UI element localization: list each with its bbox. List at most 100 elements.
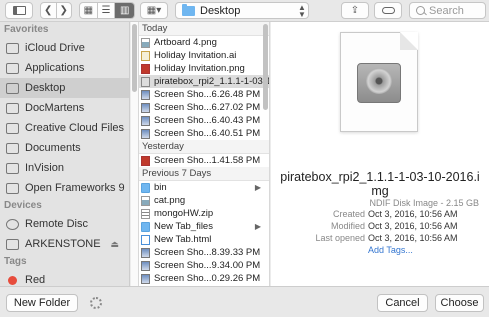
sidebar-item-open-frameworks-9[interactable]: Open Frameworks 9: [0, 178, 129, 198]
sidebar-item-icloud-drive[interactable]: iCloud Drive: [0, 38, 129, 58]
hard-drive-icon: [357, 63, 401, 103]
file-row[interactable]: Screen Sho...6.27.02 PM: [139, 101, 269, 114]
sidebar-item-invision[interactable]: InVision: [0, 158, 129, 178]
file-icon: [141, 50, 150, 61]
file-icon: [141, 128, 150, 139]
folder-icon: [6, 122, 19, 134]
file-row[interactable]: Holiday Invitation.png: [139, 62, 269, 75]
arrange-button[interactable]: ▦▾: [140, 2, 168, 19]
folder-icon: [141, 221, 150, 232]
sidebar: Favorites iCloud Drive Applications Desktop…: [0, 22, 130, 286]
sidebar-item-label: Creative Cloud Files: [25, 122, 125, 134]
sidebar-item-label: Red: [25, 274, 46, 286]
preview-modified-value: Oct 3, 2016, 10:56 AM: [368, 221, 458, 231]
disk-image-icon: [340, 32, 418, 132]
file-row[interactable]: Screen Sho...6.26.48 PM: [139, 88, 269, 101]
folder-icon: [6, 182, 19, 194]
sidebar-item-label: InVision: [25, 162, 64, 174]
file-row[interactable]: Screen Sho...6.40.43 PM: [139, 114, 269, 127]
tag-icon: [381, 7, 395, 14]
sidebar-item-applications[interactable]: Applications: [0, 58, 129, 78]
sidebar-item-arkenstone[interactable]: ARKENSTONE ⏏: [0, 234, 129, 254]
group-header-previous-7-days: Previous 7 Days: [139, 167, 269, 181]
sidebar-item-label: ARKENSTONE: [25, 238, 101, 250]
home-icon: [6, 102, 19, 114]
file-row[interactable]: cat.png: [139, 194, 269, 207]
location-popup[interactable]: Desktop ▲ ▼: [175, 2, 309, 19]
tags-button[interactable]: [374, 2, 402, 19]
file-name: piratebox_rpi2_1.1.1-1-03-10-2016.img: [154, 76, 270, 87]
file-icon: [141, 89, 150, 100]
file-list-scrollbar[interactable]: [263, 24, 268, 110]
file-icon: [141, 195, 150, 206]
share-button[interactable]: ⇪: [341, 2, 369, 19]
file-row[interactable]: Screen Sho...6.40.51 PM: [139, 127, 269, 140]
file-row[interactable]: Holiday Invitation.ai: [139, 49, 269, 62]
sidebar-item-desktop[interactable]: Desktop: [0, 78, 129, 98]
file-row[interactable]: New Tab.html: [139, 233, 269, 246]
file-row[interactable]: New Tab_files ▶: [139, 220, 269, 233]
sidebar-item-label: Applications: [25, 62, 85, 74]
sidebar-item-creative-cloud-files[interactable]: Creative Cloud Files: [0, 118, 129, 138]
cancel-button[interactable]: Cancel: [377, 294, 428, 312]
forward-button[interactable]: ❯: [57, 3, 72, 18]
sidebar-toggle-button[interactable]: [5, 2, 33, 19]
list-view-button[interactable]: ☰: [98, 3, 116, 18]
sidebar-item-label: iCloud Drive: [25, 42, 85, 54]
preview-created-label: Created: [332, 209, 365, 219]
file-row[interactable]: Screen Sho...8.39.33 PM: [139, 246, 269, 259]
file-row[interactable]: Screen Sho...9.34.00 PM: [139, 259, 269, 272]
sidebar-item-label: Desktop: [25, 82, 66, 94]
tag-red-icon: [8, 275, 17, 285]
sidebar-section-devices: Devices: [4, 200, 42, 211]
chevron-left-icon: ❮: [44, 5, 53, 16]
file-name: mongoHW.zip: [154, 208, 214, 219]
file-row[interactable]: bin ▶: [139, 181, 269, 194]
folder-icon: [141, 182, 150, 193]
folder-icon: [182, 3, 195, 16]
sidebar-item-documents[interactable]: Documents: [0, 138, 129, 158]
file-icon: [141, 247, 150, 258]
icon-view-button[interactable]: ▦: [80, 3, 98, 18]
file-icon: [141, 260, 150, 271]
parent-column-scrollbar[interactable]: [132, 24, 137, 92]
eject-icon[interactable]: ⏏: [110, 239, 119, 250]
preview-last-opened-row: Last opened Oct 3, 2016, 10:56 AM: [271, 233, 489, 244]
file-row[interactable]: piratebox_rpi2_1.1.1-1-03-10-2016.img: [139, 75, 269, 88]
sidebar-item-docmartens[interactable]: DocMartens: [0, 98, 129, 118]
desktop-icon: [6, 82, 19, 94]
parent-column: [131, 22, 139, 286]
preview-kind-size: NDIF Disk Image - 2.15 GB: [369, 198, 479, 208]
search-field[interactable]: Search: [409, 2, 486, 19]
preview-pane: piratebox_rpi2_1.1.1-1-03-10-2016.img ND…: [271, 22, 489, 286]
columns-icon: ▥: [119, 5, 130, 16]
sidebar-item-label: Remote Disc: [25, 218, 88, 230]
arrange-icon: ▦▾: [146, 5, 162, 16]
sidebar-item-red[interactable]: Red: [0, 270, 129, 286]
grid-icon: ▦: [83, 5, 94, 16]
column-view-button[interactable]: ▥: [115, 3, 134, 18]
file-row[interactable]: Artboard 4.png: [139, 36, 269, 49]
new-folder-button[interactable]: New Folder: [6, 294, 78, 312]
file-icon: [141, 63, 150, 74]
disclosure-arrow-icon: ▶: [254, 183, 261, 192]
add-tags-link[interactable]: Add Tags...: [368, 245, 413, 255]
file-icon: [141, 155, 150, 166]
preview-file-name: piratebox_rpi2_1.1.1-1-03-10-2016.img: [280, 170, 480, 198]
location-label: Desktop: [200, 4, 241, 17]
group-header-today: Today: [139, 22, 269, 36]
file-row[interactable]: mongoHW.zip: [139, 207, 269, 220]
file-row[interactable]: Screen Sho...1.41.58 PM: [139, 154, 269, 167]
back-button[interactable]: ❮: [41, 3, 57, 18]
share-icon: ⇪: [350, 5, 360, 16]
folder-icon: [6, 162, 19, 174]
sidebar-item-remote-disc[interactable]: Remote Disc: [0, 214, 129, 234]
choose-button[interactable]: Choose: [435, 294, 484, 312]
progress-spinner-icon: [90, 297, 102, 309]
back-forward-control: ❮ ❯: [40, 2, 72, 19]
file-name: Holiday Invitation.png: [154, 63, 245, 74]
file-name: New Tab.html: [154, 234, 212, 245]
file-row[interactable]: Screen Sho...0.29.26 PM: [139, 272, 269, 285]
search-icon: [416, 6, 425, 15]
sidebar-icon: [12, 6, 26, 15]
